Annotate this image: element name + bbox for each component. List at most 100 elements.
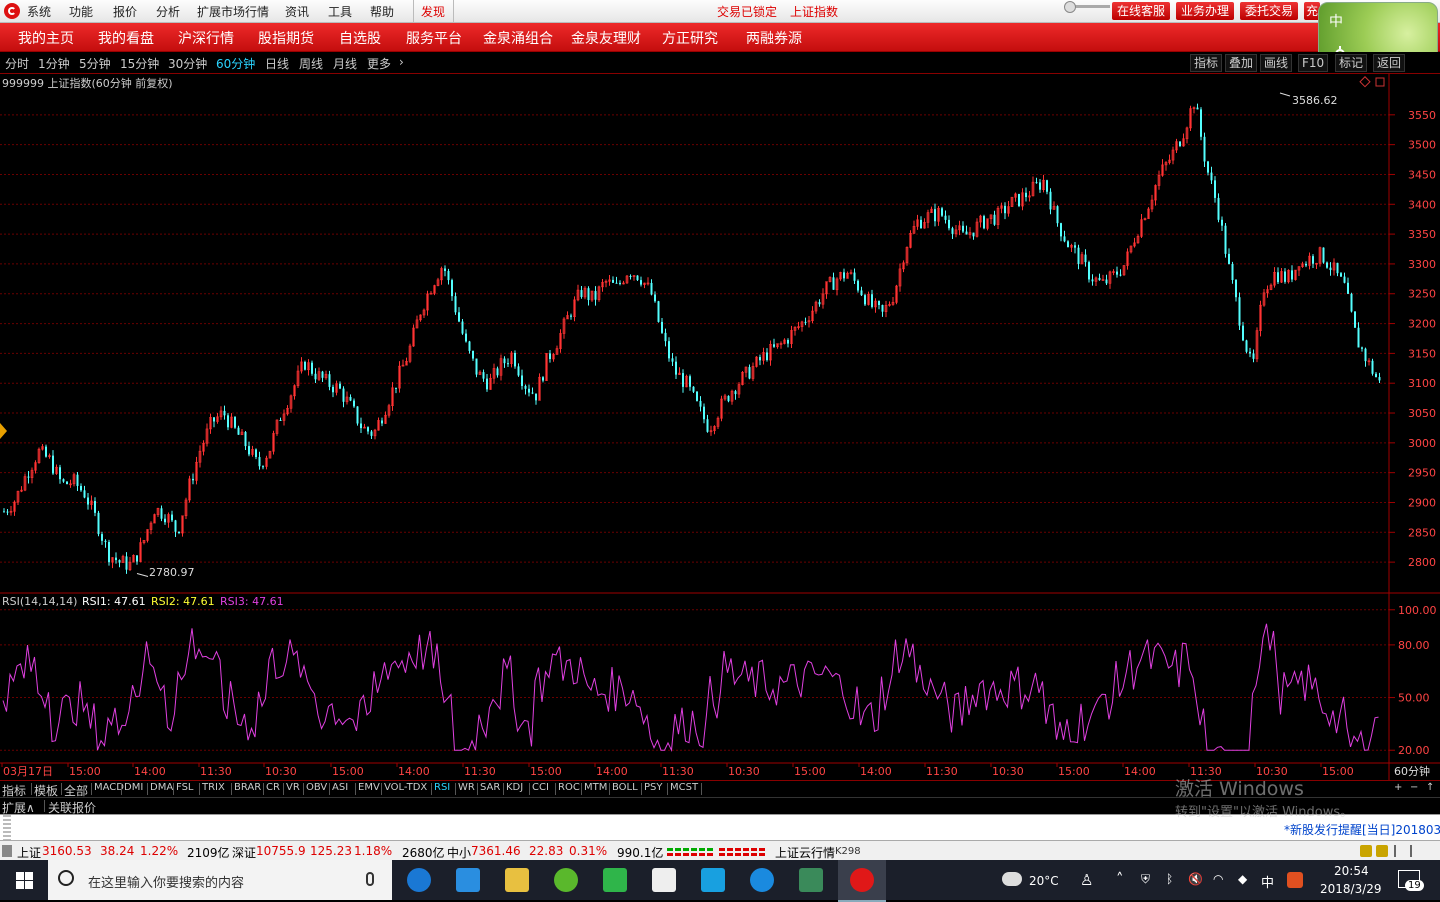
left-expand-arrow-icon[interactable]	[0, 423, 7, 439]
nav-fangzheng-research[interactable]: 方正研究	[662, 28, 718, 48]
taskbar-search-box[interactable]: 在这里输入你要搜索的内容	[48, 860, 392, 900]
app-green-circle-icon[interactable]	[554, 868, 578, 892]
period-weekly[interactable]: 周线	[299, 55, 323, 72]
scroll-up-button[interactable]: ↑	[1426, 782, 1434, 793]
business-button[interactable]: 业务办理	[1176, 2, 1234, 20]
menu-system[interactable]: 系统	[27, 3, 51, 20]
period-30min[interactable]: 30分钟	[168, 55, 207, 72]
chevron-right-icon[interactable]: ›	[399, 55, 404, 69]
indicator-tab-sar[interactable]: SAR	[480, 782, 500, 793]
zoom-out-button[interactable]: −	[1410, 782, 1418, 793]
indicator-tab-obv[interactable]: OBV	[306, 782, 327, 793]
indicator-tab-fsl[interactable]: FSL	[176, 782, 194, 793]
clock-date[interactable]: 2018/3/29	[1320, 882, 1382, 896]
period-daily[interactable]: 日线	[265, 55, 289, 72]
tray-app-icon[interactable]: ◆	[1238, 872, 1247, 886]
back-button[interactable]: 返回	[1373, 54, 1406, 72]
chart-corner-icons[interactable]	[1359, 76, 1385, 88]
candle-body	[612, 279, 614, 283]
edge-browser-icon[interactable]	[407, 868, 431, 892]
period-60min[interactable]: 60分钟	[216, 55, 255, 72]
bluetooth-icon[interactable]: ᛒ	[1166, 872, 1173, 886]
weather-cloud-icon[interactable]	[1002, 872, 1022, 886]
menu-quote[interactable]: 报价	[113, 3, 137, 20]
nav-watchlist[interactable]: 自选股	[339, 28, 381, 48]
ime-indicator[interactable]: 中	[1261, 872, 1274, 891]
clock-time[interactable]: 20:54	[1334, 864, 1369, 878]
draw-line-button[interactable]: 画线	[1260, 54, 1293, 72]
nav-jinquan-finance[interactable]: 金泉友理财	[571, 28, 641, 48]
zoom-in-button[interactable]: +	[1394, 782, 1402, 793]
indicator-tab-macd[interactable]: MACD	[94, 782, 124, 793]
nav-my-home[interactable]: 我的主页	[18, 28, 74, 48]
ie-browser-icon[interactable]	[750, 868, 774, 892]
weather-temp[interactable]: 20°C	[1029, 874, 1059, 888]
indicator-tab-brar[interactable]: BRAR	[234, 782, 261, 793]
nav-index-futures[interactable]: 股指期货	[258, 28, 314, 48]
cloud-quote-label[interactable]: 上证云行情	[775, 844, 835, 861]
period-tick[interactable]: 分时	[5, 55, 29, 72]
start-button[interactable]	[0, 860, 48, 900]
indicator-tab-mcst[interactable]: MCST	[670, 782, 698, 793]
menu-discover[interactable]: 发现	[421, 3, 445, 20]
stock-app-taskbar-button[interactable]	[838, 860, 886, 902]
nav-service-platform[interactable]: 服务平台	[406, 28, 462, 48]
indicator-tab-cci[interactable]: CCI	[532, 782, 549, 793]
menu-info[interactable]: 资讯	[285, 3, 309, 20]
overlay-button[interactable]: 叠加	[1225, 54, 1258, 72]
status-tool-icons[interactable]	[1360, 845, 1436, 857]
mail-icon[interactable]	[652, 868, 676, 892]
menu-function[interactable]: 功能	[69, 3, 93, 20]
menu-tools[interactable]: 工具	[328, 3, 352, 20]
mark-button[interactable]: 标记	[1335, 54, 1368, 72]
volume-mute-icon[interactable]: 🔇	[1188, 872, 1203, 886]
period-5min[interactable]: 5分钟	[79, 55, 111, 72]
store-icon[interactable]	[456, 868, 480, 892]
nav-margin-source[interactable]: 两融券源	[746, 28, 802, 48]
indicator-tab-roc[interactable]: ROC	[558, 782, 580, 793]
indicator-tab-dmi[interactable]: DMI	[124, 782, 143, 793]
indicator-tab-emv[interactable]: EMV	[358, 782, 380, 793]
online-service-button[interactable]: 在线客服	[1112, 2, 1170, 20]
app-network-icon[interactable]	[799, 868, 823, 892]
microphone-icon[interactable]	[366, 872, 374, 886]
nav-my-watch[interactable]: 我的看盘	[98, 28, 154, 48]
indicator-tab-rsi[interactable]: RSI	[434, 782, 450, 793]
nav-hushen-market[interactable]: 沪深行情	[178, 28, 234, 48]
indicator-tab-psy[interactable]: PSY	[644, 782, 663, 793]
indicator-tab-boll[interactable]: BOLL	[612, 782, 638, 793]
period-1min[interactable]: 1分钟	[38, 55, 70, 72]
media-player-icon[interactable]	[701, 868, 725, 892]
ipo-reminder[interactable]: *新股发行提醒[当日]2018032	[1284, 821, 1440, 838]
chevron-up-icon[interactable]: ˄	[1116, 870, 1124, 888]
indicator-tab-dma[interactable]: DMA	[150, 782, 173, 793]
indicator-tab-vr[interactable]: VR	[286, 782, 300, 793]
indicator-tab-trix[interactable]: TRIX	[202, 782, 225, 793]
tray-s-icon[interactable]	[1287, 872, 1303, 888]
file-explorer-icon[interactable]	[505, 868, 529, 892]
menu-help[interactable]: 帮助	[370, 3, 394, 20]
indicator-tab-kdj[interactable]: KDJ	[506, 782, 523, 793]
indicator-button[interactable]: 指标	[1190, 54, 1223, 72]
f10-button[interactable]: F10	[1298, 54, 1329, 72]
nav-jinquan-portfolio[interactable]: 金泉涌组合	[483, 28, 553, 48]
indicator-tab-wr[interactable]: WR	[458, 782, 475, 793]
app-green-icon[interactable]	[603, 868, 627, 892]
menu-analysis[interactable]: 分析	[156, 3, 180, 20]
candle-body	[587, 288, 590, 301]
grip-handle[interactable]	[3, 815, 11, 841]
trade-button[interactable]: 委托交易	[1240, 2, 1298, 20]
period-15min[interactable]: 15分钟	[120, 55, 159, 72]
indicator-tab-mtm[interactable]: MTM	[584, 782, 607, 793]
people-icon[interactable]: ♙	[1080, 871, 1093, 889]
indicator-tab-asi[interactable]: ASI	[332, 782, 348, 793]
shield-icon[interactable]: ⛨	[1141, 872, 1150, 887]
kline-chart-area[interactable]: 999999 上证指数(60分钟 前复权) 3550 3500 3450 3400 33…	[0, 73, 1440, 780]
menu-extended-market[interactable]: 扩展市场行情	[197, 3, 269, 20]
network-icon[interactable]: ◠	[1213, 872, 1223, 886]
indicator-tab-cr[interactable]: CR	[266, 782, 280, 793]
period-more[interactable]: 更多	[367, 55, 391, 72]
opacity-slider-knob[interactable]	[1064, 1, 1076, 13]
period-monthly[interactable]: 月线	[333, 55, 357, 72]
indicator-tab-vol-tdx[interactable]: VOL-TDX	[384, 782, 427, 793]
